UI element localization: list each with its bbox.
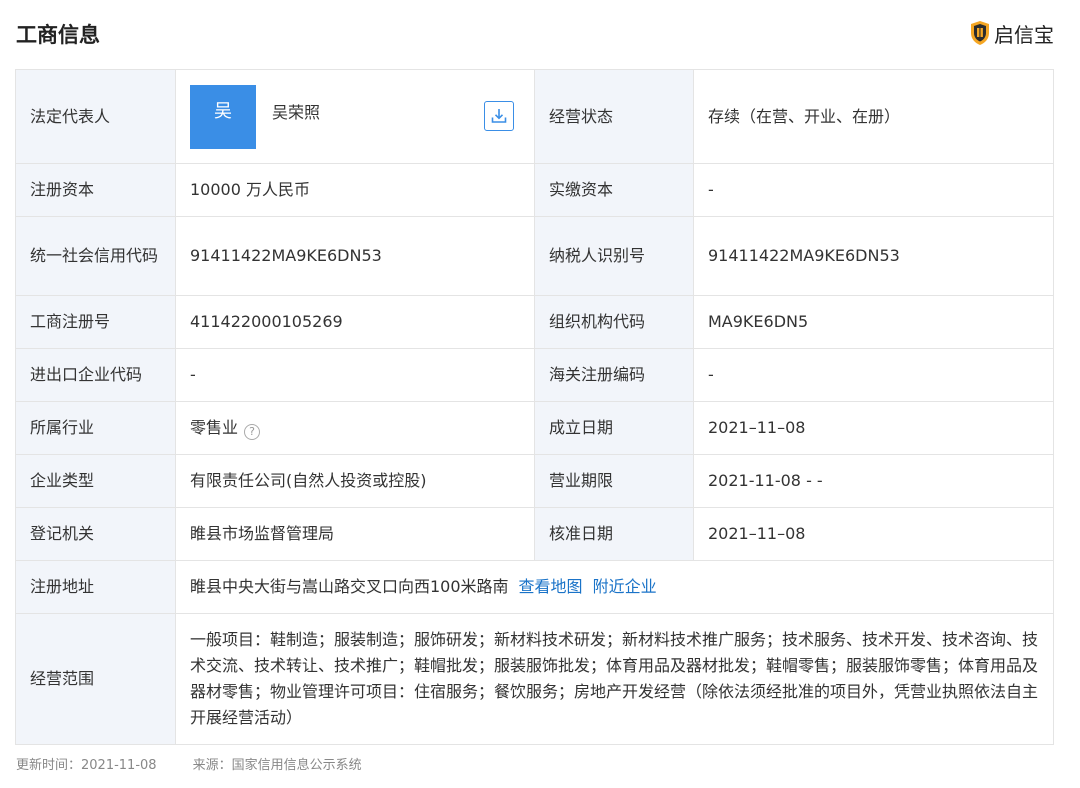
business-term-value: 2021-11-08 - -: [693, 454, 1054, 508]
brand-logo[interactable]: 启信宝: [969, 20, 1054, 50]
taxpayer-id-value: 91411422MA9KE6DN53: [693, 216, 1054, 296]
found-date-value: 2021–11–08: [693, 401, 1054, 455]
industry-cell: 零售业?: [175, 401, 535, 455]
table-row: 进出口企业代码 - 海关注册编码 -: [15, 348, 1054, 402]
found-date-label: 成立日期: [534, 401, 694, 455]
updated-time: 更新时间：2021-11-08: [16, 758, 157, 773]
table-row: 法定代表人 吴 吴荣照 经营状态 存续（在营、开业、在册）: [15, 69, 1054, 164]
page-title: 工商信息: [16, 23, 100, 47]
download-icon: [491, 108, 507, 123]
address-label: 注册地址: [15, 560, 176, 614]
customs-code-value: -: [693, 348, 1054, 402]
paid-capital-value: -: [693, 163, 1054, 217]
business-term-label: 营业期限: [534, 454, 694, 508]
org-code-label: 组织机构代码: [534, 295, 694, 349]
table-row: 注册地址 睢县中央大街与嵩山路交叉口向西100米路南 查看地图 附近企业: [15, 560, 1054, 614]
approval-date-value: 2021–11–08: [693, 507, 1054, 561]
shield-logo-icon: [969, 20, 991, 50]
reg-authority-label: 登记机关: [15, 507, 176, 561]
taxpayer-id-label: 纳税人识别号: [534, 216, 694, 296]
table-row: 所属行业 零售业? 成立日期 2021–11–08: [15, 401, 1054, 455]
scope-label: 经营范围: [15, 613, 176, 745]
legal-rep-name[interactable]: 吴荣照: [272, 101, 320, 125]
paid-capital-label: 实缴资本: [534, 163, 694, 217]
table-row: 经营范围 一般项目：鞋制造；服装制造；服饰研发；新材料技术研发；新材料技术推广服…: [15, 613, 1054, 745]
org-code-value: MA9KE6DN5: [693, 295, 1054, 349]
industry-value: 零售业: [190, 418, 239, 437]
address-value: 睢县中央大街与嵩山路交叉口向西100米路南: [190, 577, 509, 596]
avatar[interactable]: 吴: [190, 84, 256, 149]
table-row: 登记机关 睢县市场监督管理局 核准日期 2021–11–08: [15, 507, 1054, 561]
reg-number-value: 411422000105269: [175, 295, 535, 349]
reg-capital-value: 10000 万人民币: [175, 163, 535, 217]
status-label: 经营状态: [534, 69, 694, 164]
view-map-link[interactable]: 查看地图: [519, 577, 583, 596]
status-value: 存续（在营、开业、在册）: [693, 69, 1054, 164]
import-export-code-label: 进出口企业代码: [15, 348, 176, 402]
reg-capital-label: 注册资本: [15, 163, 176, 217]
legal-rep-label: 法定代表人: [15, 69, 176, 164]
table-row: 注册资本 10000 万人民币 实缴资本 -: [15, 163, 1054, 217]
table-row: 工商注册号 411422000105269 组织机构代码 MA9KE6DN5: [15, 295, 1054, 349]
approval-date-label: 核准日期: [534, 507, 694, 561]
company-type-label: 企业类型: [15, 454, 176, 508]
question-circle-icon[interactable]: ?: [244, 423, 261, 440]
table-row: 企业类型 有限责任公司(自然人投资或控股) 营业期限 2021-11-08 - …: [15, 454, 1054, 508]
credit-code-label: 统一社会信用代码: [15, 216, 176, 296]
company-type-value: 有限责任公司(自然人投资或控股): [175, 454, 535, 508]
brand-name: 启信宝: [994, 23, 1054, 47]
data-source: 来源：国家信用信息公示系统: [192, 758, 362, 773]
table-row: 统一社会信用代码 91411422MA9KE6DN53 纳税人识别号 91411…: [15, 216, 1054, 296]
industry-label: 所属行业: [15, 401, 176, 455]
nearby-companies-link[interactable]: 附近企业: [593, 577, 657, 596]
reg-number-label: 工商注册号: [15, 295, 176, 349]
legal-rep-cell: 吴 吴荣照: [175, 69, 535, 164]
download-button[interactable]: [484, 100, 514, 131]
reg-authority-value: 睢县市场监督管理局: [175, 507, 535, 561]
credit-code-value: 91411422MA9KE6DN53: [175, 216, 535, 296]
import-export-code-value: -: [175, 348, 535, 402]
customs-code-label: 海关注册编码: [534, 348, 694, 402]
address-cell: 睢县中央大街与嵩山路交叉口向西100米路南 查看地图 附近企业: [175, 560, 1054, 614]
business-info-table: 法定代表人 吴 吴荣照 经营状态 存续（在营、开业、在册） 注册资本 10000…: [15, 69, 1054, 745]
scope-value: 一般项目：鞋制造；服装制造；服饰研发；新材料技术研发；新材料技术推广服务；技术服…: [175, 613, 1054, 745]
footer: 更新时间：2021-11-08 来源：国家信用信息公示系统: [16, 757, 362, 775]
